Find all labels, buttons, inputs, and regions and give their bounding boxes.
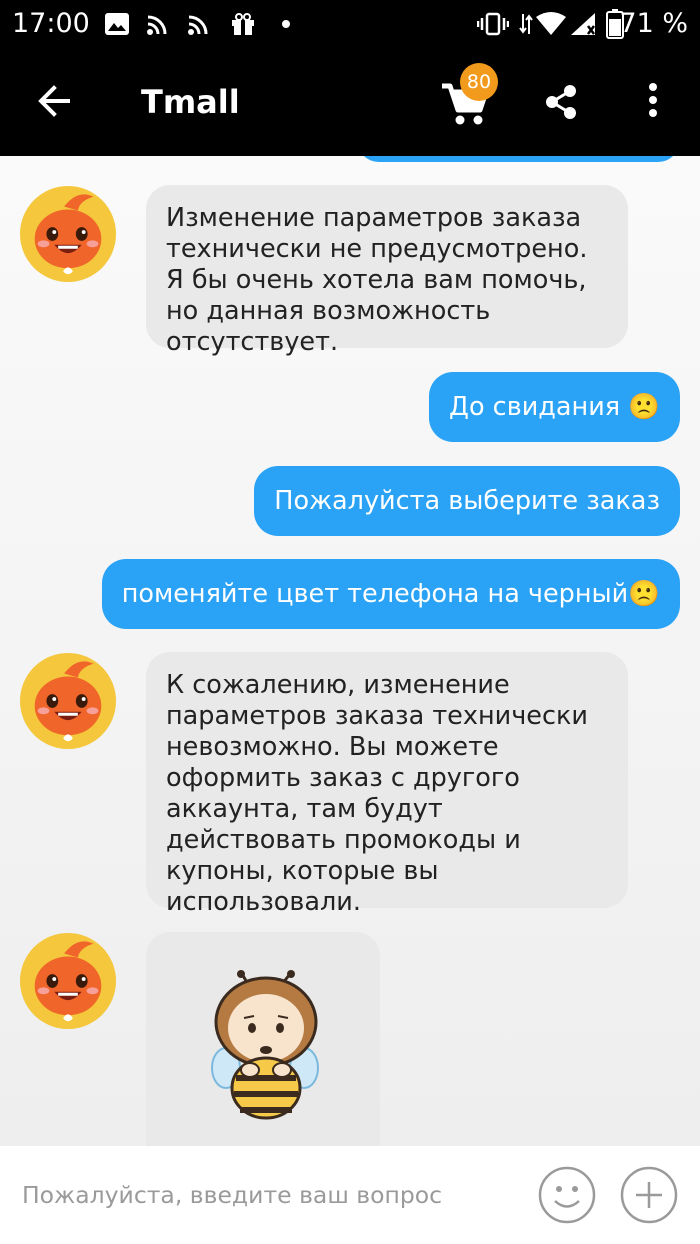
sad-bee-sticker (211, 970, 319, 1120)
message-text: К сожалению, изменение параметров заказа… (166, 670, 588, 917)
agent-avatar (19, 932, 117, 1030)
status-bar: 17:00 71 % (0, 0, 700, 50)
agent-avatar (19, 185, 117, 283)
user-message: Пожалуйста выберите заказ (254, 466, 680, 536)
app-bar: Tmall (0, 50, 700, 156)
share-icon[interactable] (543, 84, 579, 120)
question-input[interactable]: Пожалуйста, введите ваш вопрос (0, 1146, 520, 1244)
page-title: Tmall (141, 83, 240, 121)
agent-message: Изменение параметров заказа технически н… (146, 185, 628, 357)
agent-message: К сожалению, изменение параметров заказа… (146, 652, 628, 917)
wifi-icon (536, 12, 566, 35)
more-vert-icon[interactable] (642, 82, 664, 122)
message-text: Пожалуйста выберите заказ (274, 486, 660, 516)
cast-icon (188, 15, 208, 35)
message-text: До свидания 🙁 (449, 392, 660, 422)
cart-badge: 80 (460, 63, 498, 101)
chat-area[interactable]: Изменение параметров заказа технически н… (0, 156, 700, 1146)
cast-icon (147, 15, 167, 35)
user-message: До свидания 🙁 (429, 372, 680, 442)
data-arrows-icon (519, 14, 533, 34)
question-input-placeholder: Пожалуйста, введите ваш вопрос (22, 1181, 443, 1209)
input-bar: Пожалуйста, введите ваш вопрос (0, 1146, 700, 1244)
message-text: поменяйте цвет телефона на черный🙁 (121, 579, 660, 609)
user-message: поменяйте цвет телефона на черный🙁 (101, 559, 680, 629)
battery-percent: 71 % (619, 8, 688, 39)
vibrate-icon (477, 12, 509, 36)
dot-icon (282, 20, 290, 28)
message-text: Изменение параметров заказа технически н… (166, 203, 588, 357)
status-time: 17:00 (12, 8, 90, 39)
gift-icon (232, 13, 254, 35)
signal-icon (571, 13, 595, 35)
sticker-bubble (146, 932, 380, 1146)
image-icon (105, 13, 129, 35)
emoji-icon[interactable] (538, 1166, 596, 1224)
add-icon[interactable] (620, 1166, 678, 1224)
previous-message-bubble (357, 156, 680, 162)
back-arrow-icon[interactable] (34, 81, 74, 121)
agent-avatar (19, 652, 117, 750)
